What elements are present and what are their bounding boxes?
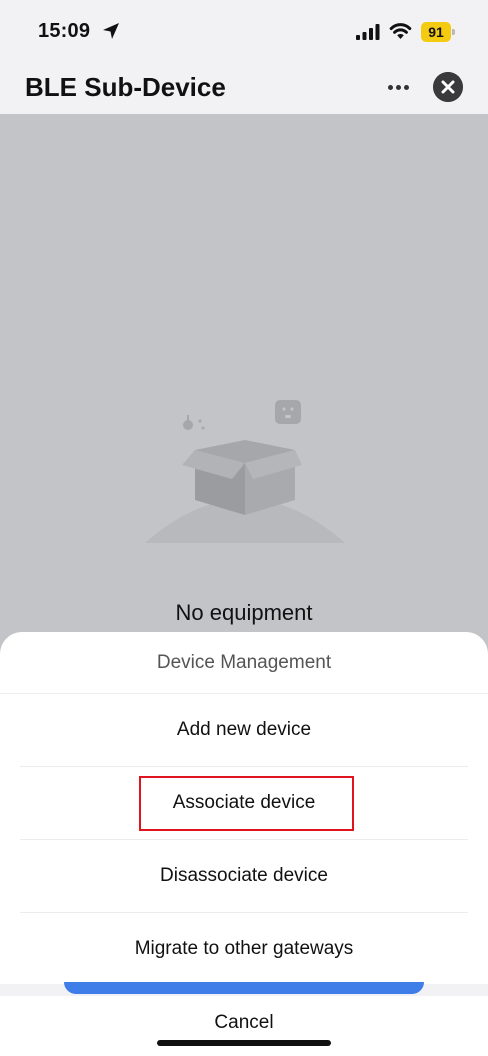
empty-state-text: No equipment [175, 600, 313, 625]
migrate-gateways-option[interactable]: Migrate to other gateways [0, 913, 488, 985]
cellular-signal-icon [356, 24, 380, 40]
close-icon[interactable] [433, 72, 463, 102]
wifi-icon [389, 23, 412, 39]
cancel-button[interactable]: Cancel [0, 1012, 488, 1034]
battery-indicator: 91 [421, 22, 455, 42]
app-header: BLE Sub-Device [0, 62, 488, 114]
status-bar: 15:09 91 [0, 0, 488, 62]
empty-box-illustration [145, 400, 345, 543]
status-time: 15:09 [38, 20, 91, 42]
action-sheet: Device Management Add new device Associa… [0, 632, 488, 1056]
sheet-title: Device Management [0, 632, 488, 694]
battery-tip [452, 29, 455, 35]
more-dots-icon [395, 84, 401, 90]
primary-button-edge [64, 982, 424, 994]
add-new-device-option[interactable]: Add new device [0, 694, 488, 766]
location-arrow-icon [103, 23, 119, 39]
more-dots-icon [387, 84, 393, 90]
more-dots-icon [403, 84, 409, 90]
disassociate-device-option[interactable]: Disassociate device [0, 840, 488, 912]
more-button[interactable] [383, 74, 413, 100]
home-indicator [157, 1040, 331, 1046]
battery-level: 91 [421, 22, 451, 42]
page-title: BLE Sub-Device [25, 72, 226, 102]
highlight-box [139, 776, 354, 831]
